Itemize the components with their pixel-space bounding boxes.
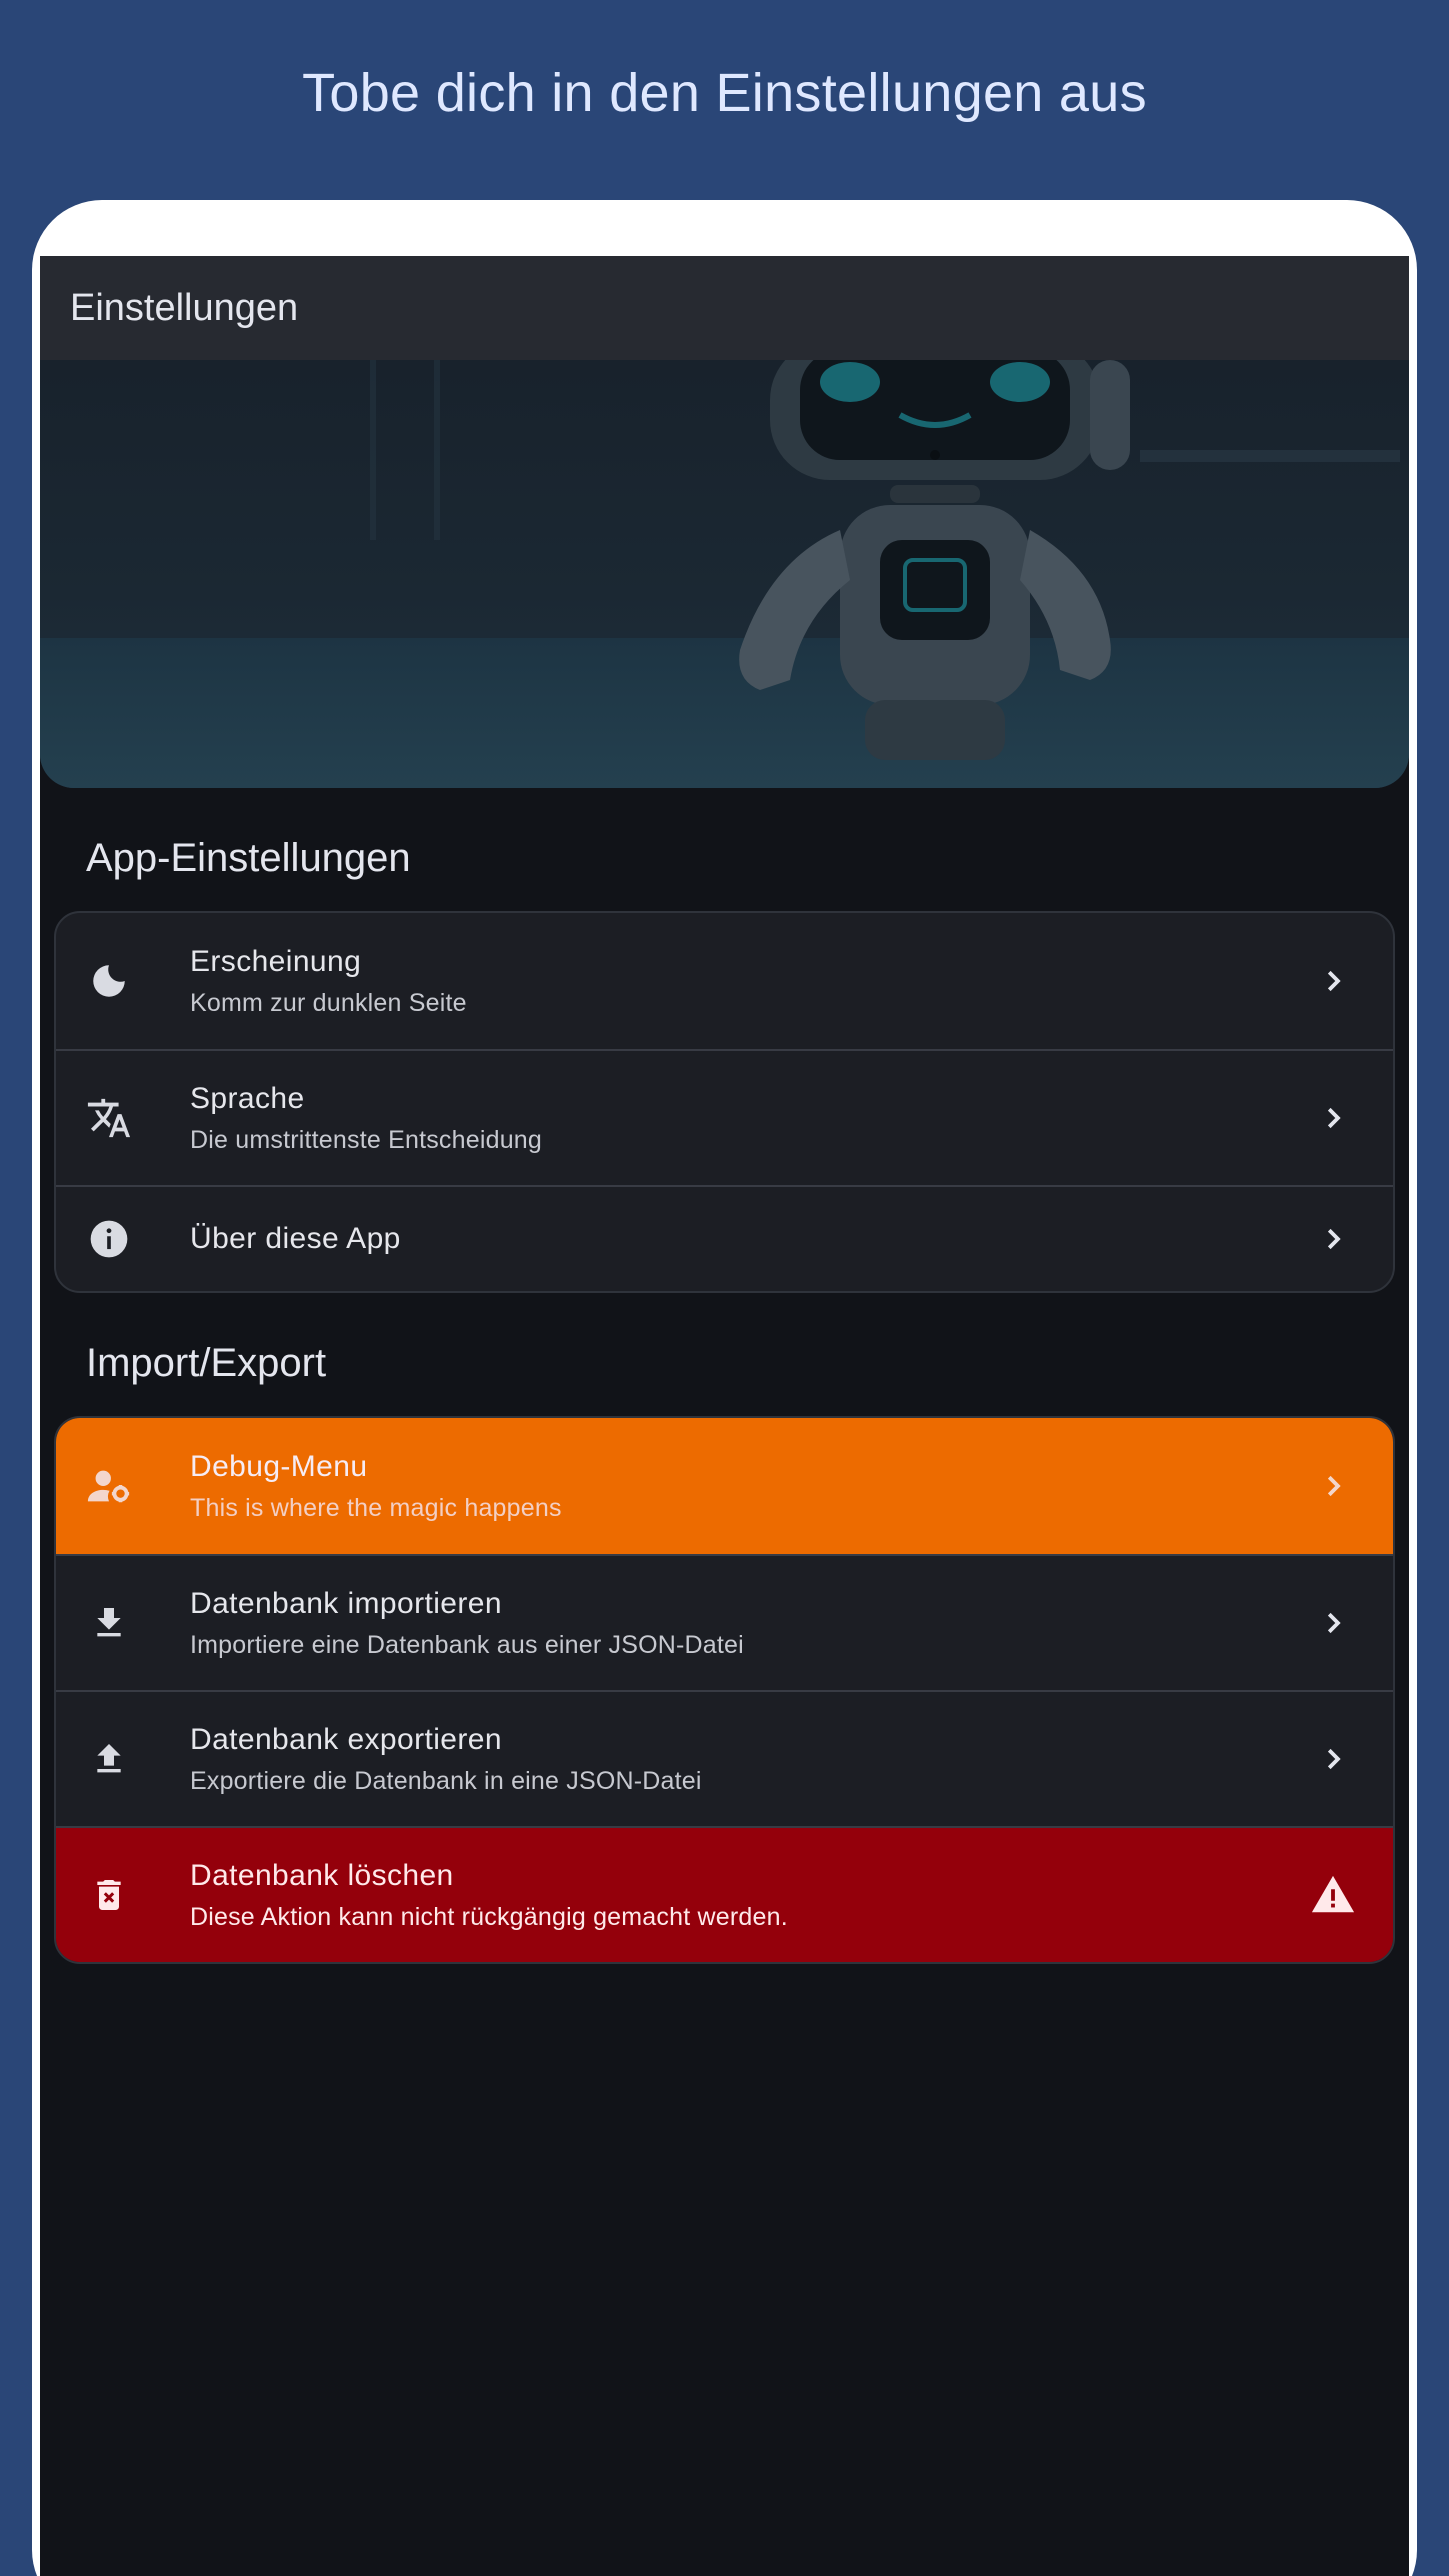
settings-item-about[interactable]: Über diese App <box>56 1185 1393 1291</box>
warning-icon <box>1309 1871 1357 1919</box>
about-label: Über diese App <box>190 1222 401 1255</box>
chevron-right-icon <box>1309 1462 1357 1510</box>
section-title-app-settings: App-Einstellungen <box>86 836 411 880</box>
chevron-right-icon <box>1309 1215 1357 1263</box>
import-database-subtitle: Importiere eine Datenbank aus einer JSON… <box>190 1630 744 1659</box>
language-subtitle: Die umstrittenste Entscheidung <box>190 1125 543 1154</box>
export-database-subtitle: Exportiere die Datenbank in eine JSON-Da… <box>190 1766 702 1795</box>
device-frame: Einstellungen App-Einstellungen Erschein… <box>32 200 1417 2576</box>
chevron-right-icon <box>1309 1735 1357 1783</box>
appearance-label: Erscheinung <box>190 944 362 978</box>
translate-icon <box>82 1091 136 1145</box>
delete-database-label: Datenbank löschen <box>190 1858 454 1892</box>
settings-item-debug-menu[interactable]: Debug-Menu This is where the magic happe… <box>56 1418 1393 1554</box>
delete-icon <box>82 1868 136 1922</box>
upload-icon <box>82 1732 136 1786</box>
delete-database-subtitle: Diese Aktion kann nicht rückgängig gemac… <box>190 1902 788 1931</box>
settings-item-appearance[interactable]: Erscheinung Komm zur dunklen Seite <box>56 913 1393 1049</box>
page-title: Einstellungen <box>70 286 299 329</box>
language-label: Sprache <box>190 1081 305 1115</box>
chevron-right-icon <box>1309 1599 1357 1647</box>
import-database-label: Datenbank importieren <box>190 1586 502 1620</box>
settings-item-export-database[interactable]: Datenbank exportieren Exportiere die Dat… <box>56 1690 1393 1826</box>
chevron-right-icon <box>1309 957 1357 1005</box>
chevron-right-icon <box>1309 1094 1357 1142</box>
moon-icon <box>82 954 136 1008</box>
app-bar: Einstellungen <box>40 256 1409 360</box>
header-image <box>40 360 1409 788</box>
settings-item-delete-database[interactable]: Datenbank löschen Diese Aktion kann nich… <box>56 1826 1393 1962</box>
debug-menu-label: Debug-Menu <box>190 1449 368 1483</box>
export-database-label: Datenbank exportieren <box>190 1722 502 1756</box>
promo-title: Tobe dich in den Einstellungen aus <box>302 63 1147 123</box>
settings-item-language[interactable]: Sprache Die umstrittenste Entscheidung <box>56 1049 1393 1185</box>
admin-gear-icon <box>82 1459 136 1513</box>
app-screen: Einstellungen App-Einstellungen Erschein… <box>40 256 1409 2576</box>
settings-item-import-database[interactable]: Datenbank importieren Importiere eine Da… <box>56 1554 1393 1690</box>
app-settings-card: Erscheinung Komm zur dunklen Seite Sprac… <box>54 911 1395 1293</box>
download-icon <box>82 1596 136 1650</box>
debug-menu-subtitle: This is where the magic happens <box>190 1493 562 1522</box>
section-title-import-export: Import/Export <box>86 1341 327 1385</box>
robot-illustration <box>739 360 1130 760</box>
import-export-card: Debug-Menu This is where the magic happe… <box>54 1416 1395 1964</box>
appearance-subtitle: Komm zur dunklen Seite <box>190 988 467 1017</box>
info-icon <box>82 1212 136 1266</box>
